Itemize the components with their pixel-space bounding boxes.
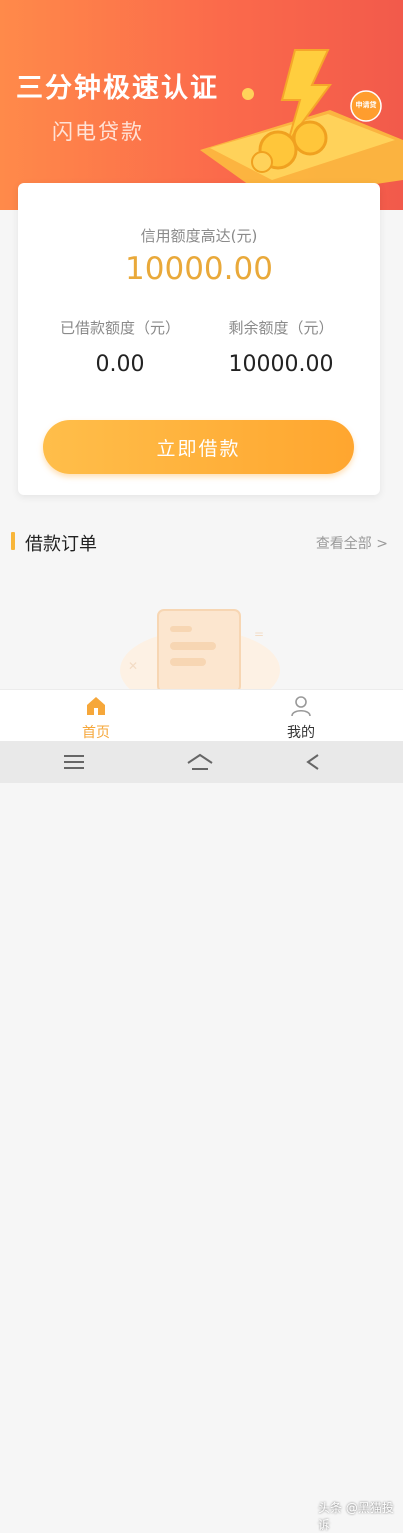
empty-document-icon: ✕ =	[120, 609, 280, 710]
home-icon	[87, 697, 105, 715]
back-icon[interactable]	[300, 751, 328, 773]
hero-illustration: 申请贷	[200, 30, 403, 200]
borrow-now-button[interactable]: 立即借款	[43, 420, 354, 474]
remaining-value: 10000.00	[228, 352, 334, 377]
system-nav-bar: 头条 @黑猫投诉	[0, 741, 403, 1532]
hero-title: 三分钟极速认证	[16, 73, 219, 104]
borrowed-column: 已借款额度（元） 0.00	[40, 317, 200, 377]
hero-banner: 三分钟极速认证 闪电贷款 申请贷	[0, 0, 403, 210]
tab-mine-label: 我的	[287, 725, 315, 741]
user-icon	[291, 696, 311, 717]
svg-text:=: =	[254, 627, 264, 641]
watermark: 头条 @黑猫投诉	[318, 1501, 394, 1532]
credit-card-panel: 信用额度高达(元) 10000.00 已借款额度（元） 0.00 剩余额度（元）…	[18, 183, 380, 495]
apply-badge[interactable]: 申请贷	[351, 100, 381, 110]
section-accent-bar	[11, 532, 15, 550]
limit-label: 信用额度高达(元)	[140, 227, 258, 245]
tab-home[interactable]: 首页	[46, 690, 146, 742]
tab-mine[interactable]: 我的	[251, 690, 351, 742]
hero-subtitle: 闪电贷款	[52, 120, 144, 144]
view-all-link[interactable]: 查看全部 >	[316, 533, 388, 553]
remaining-column: 剩余额度（元） 10000.00	[201, 317, 361, 377]
limit-value: 10000.00	[125, 251, 273, 287]
svg-text:✕: ✕	[128, 659, 138, 673]
menu-icon[interactable]	[60, 751, 88, 773]
home-nav-icon[interactable]	[186, 751, 214, 773]
borrowed-value: 0.00	[95, 352, 145, 377]
borrowed-label: 已借款额度（元）	[59, 319, 180, 337]
bottom-tab-bar: 首页 我的	[0, 689, 403, 742]
remaining-label: 剩余额度（元）	[228, 319, 334, 337]
empty-orders-illustration: ✕ =	[110, 600, 290, 710]
tab-home-label: 首页	[82, 725, 110, 741]
phone-coins-illustration	[200, 49, 403, 200]
orders-section-title: 借款订单	[25, 534, 97, 555]
